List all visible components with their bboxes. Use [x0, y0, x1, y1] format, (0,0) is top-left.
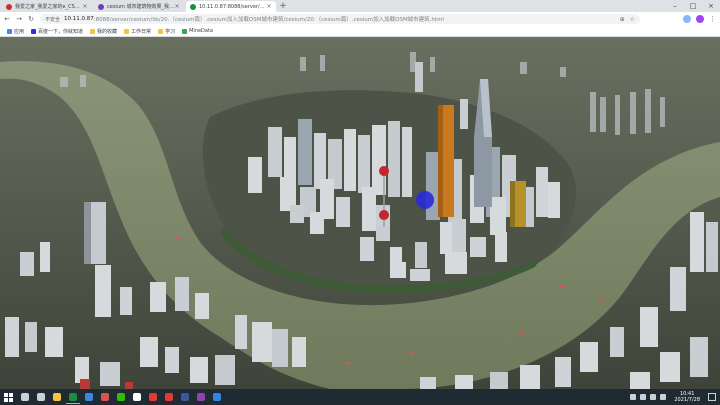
forward-icon[interactable]: →	[14, 14, 24, 24]
taskbar-app-button[interactable]	[130, 390, 144, 404]
tab-csdn-blog[interactable]: 我爱之家_我爱之家的e_CSDN博客 ×	[2, 1, 92, 12]
close-icon[interactable]: ×	[266, 3, 272, 10]
system-clock[interactable]: 10:41 2021/7/28	[674, 391, 700, 403]
taskbar-wps-button[interactable]	[146, 390, 160, 404]
folder-icon	[90, 28, 96, 34]
reload-icon[interactable]: ↻	[26, 14, 36, 24]
chevron-up-icon[interactable]	[630, 394, 637, 400]
app-icon	[181, 393, 189, 401]
star-icon[interactable]: ☆	[630, 16, 635, 23]
folder-icon	[158, 28, 164, 34]
minedata-icon	[182, 28, 188, 34]
close-icon[interactable]: ×	[174, 3, 180, 10]
cesium-3d-viewport[interactable]	[0, 37, 720, 389]
bookmark-apps[interactable]: 应用	[7, 28, 24, 35]
bookmark-folder-favorites[interactable]: 我的收藏	[90, 28, 117, 35]
tower	[415, 62, 423, 92]
window-controls: – □ ×	[666, 0, 720, 12]
close-icon[interactable]: ×	[82, 3, 88, 10]
app-icon	[133, 393, 141, 401]
tab-cesium-demo[interactable]: 10.11.0.87:8088/server/cesium/ ×	[186, 1, 276, 12]
url-host: 10.11.0.87	[64, 16, 94, 22]
bookmark-label: 应用	[14, 28, 25, 35]
taskbar-app-button[interactable]	[98, 390, 112, 404]
globe-favicon-icon	[190, 3, 196, 10]
marker-blue-sphere[interactable]	[416, 191, 434, 209]
url-path: :8088/server/cesium/lib/20.（cesium篇）.ces…	[93, 17, 444, 23]
baidu-icon	[31, 28, 37, 34]
taskbar-app-button[interactable]	[162, 390, 176, 404]
wechat-icon	[117, 393, 125, 401]
tower	[460, 99, 468, 129]
bookmark-folder-work[interactable]: 工作日常	[124, 28, 151, 35]
vscode-icon	[85, 393, 93, 401]
back-icon[interactable]: ←	[2, 14, 12, 24]
tab-strip: 我爱之家_我爱之家的e_CSDN博客 × cesium 城市建筑物效果_我爱之家…	[0, 0, 720, 12]
notification-icon[interactable]	[708, 393, 716, 401]
menu-icon[interactable]: ⋮	[709, 15, 716, 23]
profile-avatar-icon[interactable]	[696, 15, 704, 23]
network-icon[interactable]	[640, 394, 647, 400]
bookmark-baidu[interactable]: 百度一下，你就知道	[31, 28, 83, 35]
file-explorer-icon	[53, 393, 61, 401]
tab-cesium-buildings[interactable]: cesium 城市建筑物效果_我爱之家 ×	[94, 1, 184, 12]
windows-logo-icon	[3, 392, 13, 402]
address-bar[interactable]: 不安全 10.11.0.87 :8088/server/cesium/lib/2…	[40, 14, 640, 24]
bookmark-minedata[interactable]: MineData	[182, 28, 213, 34]
marker-red-sphere[interactable]	[379, 166, 389, 176]
chrome-icon	[69, 392, 77, 401]
system-tray: 10:41 2021/7/28	[626, 389, 720, 405]
taskbar-chrome-button[interactable]	[66, 390, 80, 404]
zoom-icon[interactable]: ⊕	[620, 16, 625, 23]
taskbar-app-button[interactable]	[194, 390, 208, 404]
bookmarks-bar: 应用 百度一下，你就知道 我的收藏 工作日常 学习 MineData	[0, 26, 720, 37]
clock-date: 2021/7/28	[674, 397, 700, 403]
bookmark-label: 百度一下，你就知道	[38, 28, 84, 35]
start-button[interactable]	[0, 389, 16, 405]
security-indicator[interactable]: 不安全	[45, 16, 60, 23]
windows-taskbar: 10:41 2021/7/28	[0, 389, 720, 405]
highlighted-building-orange-shade	[438, 105, 443, 217]
highlighted-building-gold-shade	[510, 181, 515, 227]
csdn-favicon-icon	[6, 3, 12, 10]
blog-favicon-icon	[98, 3, 104, 10]
taskbar-vscode-button[interactable]	[82, 390, 96, 404]
folder-icon	[124, 28, 130, 34]
search-icon	[21, 393, 29, 401]
bookmark-label: 工作日常	[131, 28, 152, 35]
app-icon	[197, 393, 205, 401]
browser-toolbar: ← → ↻ 不安全 10.11.0.87 :8088/server/cesium…	[0, 12, 720, 26]
new-tab-button[interactable]: +	[278, 1, 288, 12]
taskbar-apps	[16, 390, 224, 404]
minimize-icon[interactable]: –	[666, 0, 684, 12]
city-scene[interactable]	[0, 37, 720, 389]
apps-grid-icon	[7, 28, 12, 34]
wps-icon	[149, 393, 157, 401]
tab-title: cesium 城市建筑物效果_我爱之家	[107, 4, 174, 10]
app-icon	[213, 393, 221, 401]
close-window-icon[interactable]: ×	[702, 0, 720, 12]
taskbar-search-button[interactable]	[18, 390, 32, 404]
taskbar-file-explorer-button[interactable]	[50, 390, 64, 404]
taskbar-task-view-button[interactable]	[34, 390, 48, 404]
bookmark-label: 学习	[165, 28, 176, 35]
marker-red-sphere[interactable]	[379, 210, 389, 220]
volume-icon[interactable]	[650, 394, 657, 400]
bookmark-label: MineData	[189, 28, 213, 34]
taskbar-app-button[interactable]	[178, 390, 192, 404]
bookmark-label: 我的收藏	[97, 28, 118, 35]
maximize-icon[interactable]: □	[684, 0, 702, 12]
bookmark-folder-study[interactable]: 学习	[158, 28, 175, 35]
taskbar-app-button[interactable]	[210, 390, 224, 404]
tab-title: 我爱之家_我爱之家的e_CSDN博客	[15, 4, 82, 10]
tab-title: 10.11.0.87:8088/server/cesium/	[199, 3, 266, 10]
app-icon	[165, 393, 173, 401]
taskbar-wechat-button[interactable]	[114, 390, 128, 404]
ime-icon[interactable]	[660, 394, 667, 400]
extension-icon[interactable]	[683, 15, 691, 23]
task-view-icon	[37, 393, 45, 401]
app-icon	[101, 393, 109, 401]
